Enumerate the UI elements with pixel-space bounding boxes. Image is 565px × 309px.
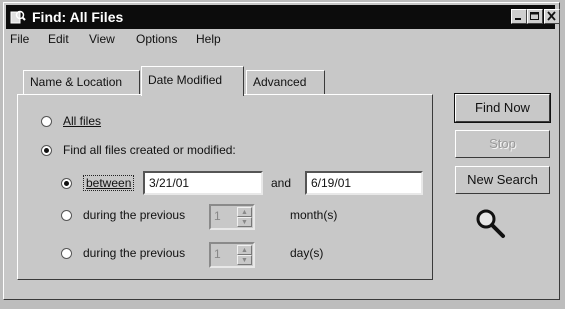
between-label[interactable]: between xyxy=(83,175,135,191)
months-value: 1 xyxy=(214,209,221,223)
menu-help[interactable]: Help xyxy=(196,32,221,46)
window-title: Find: All Files xyxy=(32,9,124,25)
menu-view[interactable]: View xyxy=(89,32,115,46)
title-bar[interactable]: Find: All Files xyxy=(6,5,560,29)
days-up-button[interactable]: ▲ xyxy=(237,245,252,255)
previous-months-radio[interactable] xyxy=(61,210,72,221)
menu-options[interactable]: Options xyxy=(136,32,177,46)
previous-days-label[interactable]: during the previous xyxy=(83,246,185,260)
maximize-button[interactable] xyxy=(527,9,543,24)
all-files-label[interactable]: All files xyxy=(63,114,101,128)
find-all-files-label[interactable]: Find all files created or modified: xyxy=(63,143,236,157)
previous-months-label[interactable]: during the previous xyxy=(83,208,185,222)
up-arrow-icon: ▲ xyxy=(241,209,248,216)
stop-button[interactable]: Stop xyxy=(455,130,550,158)
days-stepper[interactable]: 1 ▲ ▼ xyxy=(209,242,255,268)
menu-file[interactable]: File xyxy=(10,32,29,46)
close-icon xyxy=(547,11,556,21)
new-search-button[interactable]: New Search xyxy=(455,166,550,194)
months-unit-label: month(s) xyxy=(290,208,338,222)
tab-advanced-label: Advanced xyxy=(253,75,307,89)
days-down-button[interactable]: ▼ xyxy=(237,255,252,265)
minimize-button[interactable] xyxy=(511,9,527,24)
days-value: 1 xyxy=(214,247,221,261)
maximize-icon xyxy=(530,12,539,20)
close-button[interactable] xyxy=(544,9,560,24)
previous-days-radio[interactable] xyxy=(61,248,72,259)
tab-name-location[interactable]: Name & Location xyxy=(23,70,140,94)
months-down-button[interactable]: ▼ xyxy=(237,217,252,227)
between-radio[interactable] xyxy=(61,178,72,189)
find-all-files-radio[interactable] xyxy=(41,145,52,156)
minimize-icon xyxy=(515,18,521,20)
months-up-button[interactable]: ▲ xyxy=(237,207,252,217)
tab-date-modified[interactable]: Date Modified xyxy=(141,66,244,96)
and-label: and xyxy=(271,176,292,190)
days-unit-label: day(s) xyxy=(290,246,324,260)
end-date-field[interactable]: 6/19/01 xyxy=(305,171,423,195)
tab-name-location-label: Name & Location xyxy=(30,75,123,89)
magnifier-icon xyxy=(476,209,505,238)
start-date-field[interactable]: 3/21/01 xyxy=(143,171,263,195)
all-files-radio[interactable] xyxy=(41,116,52,127)
tab-advanced[interactable]: Advanced xyxy=(246,70,325,94)
find-now-button[interactable]: Find Now xyxy=(454,93,551,123)
down-arrow-icon: ▼ xyxy=(241,219,248,226)
down-arrow-icon: ▼ xyxy=(241,257,248,264)
menu-edit[interactable]: Edit xyxy=(48,32,69,46)
up-arrow-icon: ▲ xyxy=(241,247,248,254)
find-window-icon xyxy=(10,10,26,24)
tab-date-modified-label: Date Modified xyxy=(148,73,223,87)
months-stepper[interactable]: 1 ▲ ▼ xyxy=(209,204,255,230)
